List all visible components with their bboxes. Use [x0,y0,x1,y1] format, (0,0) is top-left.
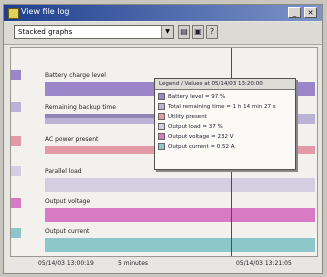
backup-time-variation [45,114,171,118]
graph-type-select[interactable]: Stacked graphs ▼ [14,25,174,39]
log-viewer-window: View file log _ ✕ Stacked graphs ▼ ▤ ▣ ?… [3,4,323,274]
lane-label: Remaining backup time [45,104,116,111]
legend-text: Utility present [168,114,207,120]
graph-type-value: Stacked graphs [18,28,73,36]
time-start: 05/14/03 13:00:19 [38,260,94,267]
legend-swatch [158,113,165,120]
legend-text: Output voltage = 232 V [168,134,234,140]
stacked-view-icon[interactable]: ▤ [178,25,190,39]
title-bar[interactable]: View file log _ ✕ [4,5,322,21]
lane-label: Output voltage [45,198,91,205]
chevron-down-icon[interactable]: ▼ [161,26,173,38]
help-icon[interactable]: ? [206,25,218,39]
lane-color-marker [11,228,21,238]
output-current-trace [45,238,315,252]
close-button[interactable]: ✕ [304,7,317,18]
lane-color-marker [11,198,21,208]
legend-swatch [158,123,165,130]
lane-color-marker [11,136,21,146]
lane-label: AC power present [45,136,99,143]
zoom-icon[interactable]: ▣ [192,25,204,39]
legend-item: Output load = 37 % [158,122,292,132]
app-icon [8,8,19,19]
legend-item: Battery level = 97 % [158,92,292,102]
legend-swatch [158,133,165,140]
legend-text: Battery level = 97 % [168,94,226,100]
window-title: View file log [21,7,70,16]
legend-item: Total remaining time = 1 h 14 min 27 s [158,102,292,112]
minimize-button[interactable]: _ [288,7,301,18]
time-end: 05/14/03 13:21:05 [236,260,292,267]
time-span: 5 minutes [118,260,149,267]
legend-swatch [158,93,165,100]
lane-label: Parallel load [45,168,82,175]
legend-header: Legend / Values at 05/14/03 13:20:00 [155,79,295,90]
legend-swatch [158,103,165,110]
legend-swatch [158,143,165,150]
time-axis: 05/14/03 13:00:19 5 minutes 05/14/03 13:… [10,258,318,270]
legend-text: Output current = 0.52 A [168,144,235,150]
output-voltage-trace [45,208,315,222]
lane-label: Output current [45,228,90,235]
load-trace [45,178,315,192]
lane-color-marker [11,166,21,176]
legend-popup: Legend / Values at 05/14/03 13:20:00 Bat… [154,78,296,170]
lane-color-marker [11,70,21,80]
legend-item: Output current = 0.52 A [158,142,292,152]
lane-label: Battery charge level [45,72,106,79]
lane-color-marker [11,102,21,112]
legend-list: Battery level = 97 % Total remaining tim… [155,90,295,154]
legend-text: Total remaining time = 1 h 14 min 27 s [168,104,276,110]
legend-text: Output load = 37 % [168,124,223,130]
legend-item: Utility present [158,112,292,122]
legend-item: Output voltage = 232 V [158,132,292,142]
toolbar: Stacked graphs ▼ ▤ ▣ ? [4,22,322,45]
